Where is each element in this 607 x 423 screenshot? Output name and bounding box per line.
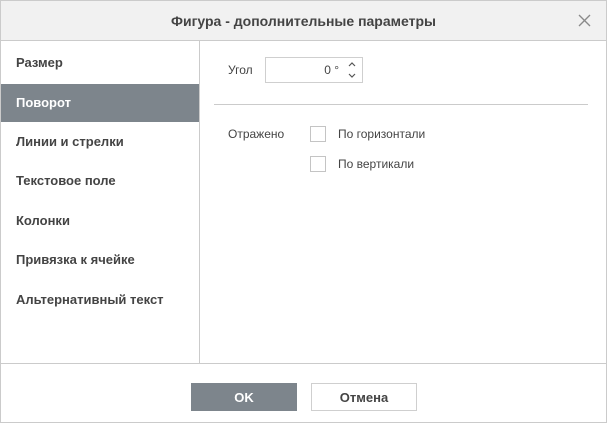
close-icon bbox=[578, 14, 591, 27]
angle-input[interactable] bbox=[266, 58, 342, 82]
close-button[interactable] bbox=[576, 12, 593, 29]
chevron-up-icon bbox=[348, 62, 356, 67]
sidebar-item-cell-snap[interactable]: Привязка к ячейке bbox=[1, 241, 199, 279]
angle-decrease-button[interactable] bbox=[346, 70, 358, 81]
ok-button[interactable]: OK bbox=[191, 383, 297, 411]
angle-label: Угол bbox=[228, 63, 253, 77]
shape-advanced-settings-dialog: Фигура - дополнительные параметры Размер… bbox=[0, 0, 607, 423]
sidebar-item-text-field[interactable]: Текстовое поле bbox=[1, 162, 199, 200]
sidebar-item-alt-text[interactable]: Альтернативный текст bbox=[1, 281, 199, 319]
dialog-title: Фигура - дополнительные параметры bbox=[171, 13, 436, 29]
sidebar-item-lines-arrows[interactable]: Линии и стрелки bbox=[1, 123, 199, 161]
settings-sidebar: Размер Поворот Линии и стрелки Текстовое… bbox=[1, 41, 200, 363]
chevron-down-icon bbox=[348, 73, 356, 78]
flip-vertical-label[interactable]: По вертикали bbox=[338, 157, 414, 171]
angle-increase-button[interactable] bbox=[346, 59, 358, 70]
flip-vertical-checkbox[interactable] bbox=[310, 156, 326, 172]
sidebar-item-rotation[interactable]: Поворот bbox=[1, 84, 199, 122]
cancel-button[interactable]: Отмена bbox=[311, 383, 417, 411]
angle-spinner bbox=[265, 57, 363, 83]
flip-horizontal-checkbox[interactable] bbox=[310, 126, 326, 142]
rotation-panel: Угол Отражено По горизонтали По вертикал… bbox=[200, 41, 606, 363]
section-divider bbox=[214, 104, 588, 105]
flip-horizontal-label[interactable]: По горизонтали bbox=[338, 127, 425, 141]
dialog-footer: OK Отмена bbox=[1, 363, 606, 422]
sidebar-item-size[interactable]: Размер bbox=[1, 44, 199, 82]
flip-label: Отражено bbox=[228, 127, 285, 141]
dialog-titlebar: Фигура - дополнительные параметры bbox=[1, 1, 606, 41]
sidebar-item-columns[interactable]: Колонки bbox=[1, 202, 199, 240]
